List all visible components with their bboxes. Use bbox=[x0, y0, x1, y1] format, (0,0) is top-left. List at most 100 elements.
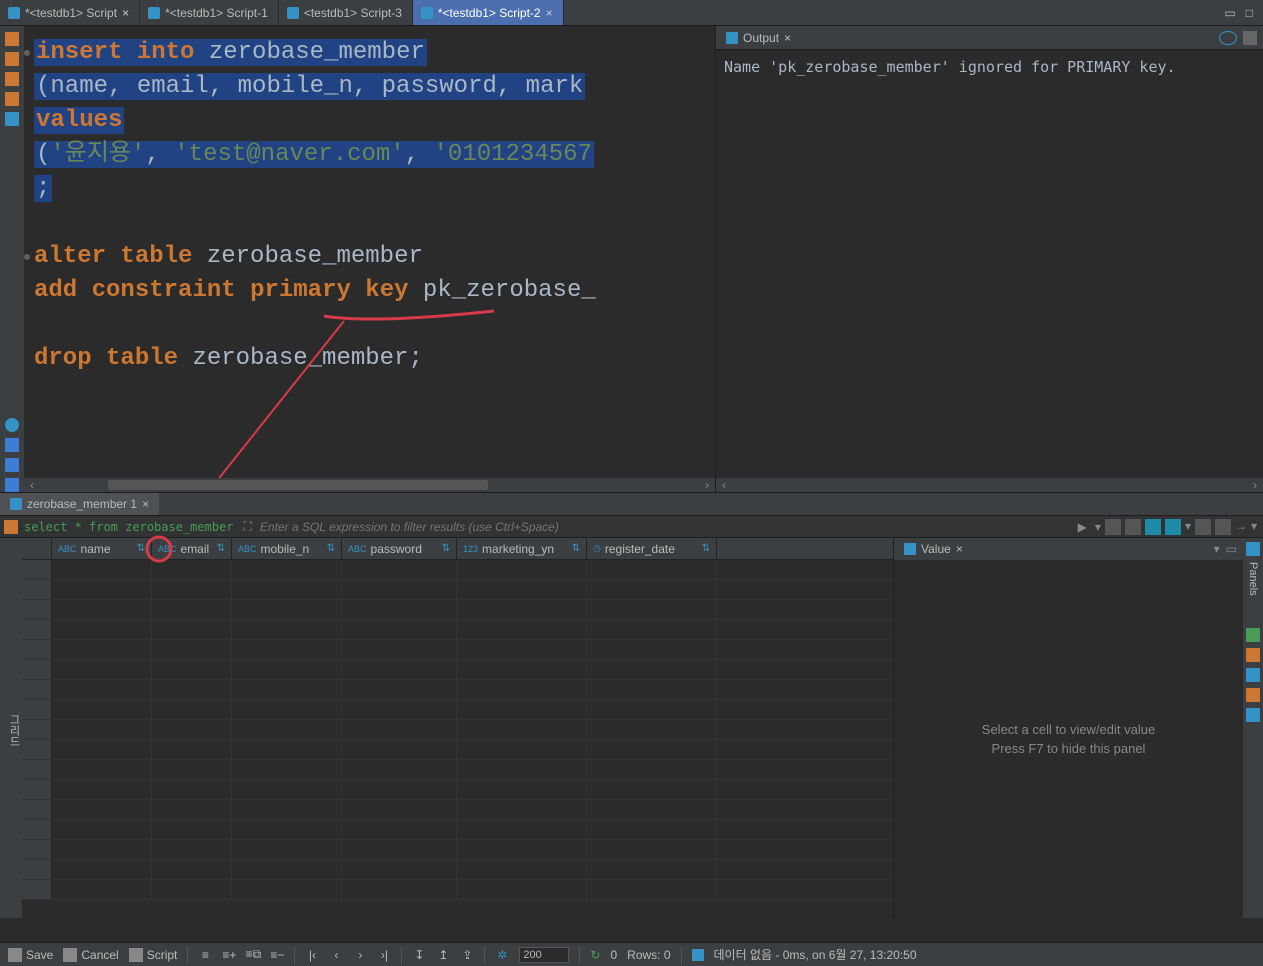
tool-4-icon[interactable] bbox=[1165, 519, 1181, 535]
script-icon bbox=[129, 948, 143, 962]
kw-values: values bbox=[36, 107, 122, 134]
sql-file-icon bbox=[148, 7, 160, 19]
next-icon[interactable]: › bbox=[353, 948, 367, 962]
editor-toolbar bbox=[0, 26, 24, 492]
status-rows: Rows: 0 bbox=[627, 948, 670, 962]
close-icon[interactable]: × bbox=[142, 497, 149, 511]
panel-icon-2[interactable] bbox=[5, 458, 19, 472]
arrow-right-icon[interactable]: → bbox=[1235, 519, 1247, 535]
first-icon[interactable]: |‹ bbox=[305, 948, 319, 962]
chevron-down-icon[interactable]: ▾ bbox=[1251, 519, 1257, 535]
last-icon[interactable]: ›| bbox=[377, 948, 391, 962]
sql-badge-icon bbox=[4, 520, 18, 534]
tool-5-icon[interactable] bbox=[1195, 519, 1211, 535]
expand-icon[interactable]: ⛶ bbox=[240, 519, 256, 534]
tool-3-icon[interactable] bbox=[1145, 519, 1161, 535]
kw-constraint: constraint bbox=[92, 277, 236, 304]
value-tab[interactable]: Value × bbox=[894, 542, 973, 556]
del-row-icon[interactable]: ≡− bbox=[270, 948, 284, 962]
col-mobile[interactable]: ABCmobile_n⇅ bbox=[232, 538, 342, 559]
minimize-icon[interactable]: ▭ bbox=[1226, 542, 1237, 556]
kw-add: add bbox=[34, 277, 77, 304]
results-tab[interactable]: zerobase_member 1 × bbox=[0, 493, 159, 515]
col-marketing[interactable]: 123marketing_yn⇅ bbox=[457, 538, 587, 559]
col-email[interactable]: ABCemail⇅ bbox=[152, 538, 232, 559]
col-register-date[interactable]: ◷register_date⇅ bbox=[587, 538, 717, 559]
tab-script-3[interactable]: <testdb1> Script-3 bbox=[279, 0, 413, 25]
settings-icon[interactable] bbox=[5, 418, 19, 432]
maximize-icon[interactable]: □ bbox=[1246, 6, 1253, 20]
output-tab[interactable]: Output × bbox=[716, 26, 801, 49]
sql-editor[interactable]: insert into zerobase_member (name, email… bbox=[24, 26, 715, 492]
run-icon[interactable] bbox=[5, 32, 19, 46]
chevron-down-icon[interactable]: ▾ bbox=[1214, 542, 1220, 556]
editor-h-scrollbar[interactable]: ‹ › bbox=[24, 478, 715, 492]
close-icon[interactable]: × bbox=[956, 542, 963, 556]
tab-script-2[interactable]: *<testdb1> Script-2 × bbox=[413, 0, 564, 25]
tool-1-icon[interactable] bbox=[1105, 519, 1121, 535]
grid-rows[interactable] bbox=[22, 560, 893, 918]
col-name[interactable]: ABCname⇅ bbox=[52, 538, 152, 559]
run-cursor-icon[interactable] bbox=[5, 52, 19, 66]
tool-2-icon[interactable] bbox=[1125, 519, 1141, 535]
output-icon bbox=[726, 32, 738, 44]
rail-icon-2[interactable] bbox=[1246, 648, 1260, 662]
export-icon[interactable]: ↧ bbox=[412, 948, 426, 962]
history-play-icon[interactable]: ▶ bbox=[1074, 520, 1091, 534]
script-button[interactable]: Script bbox=[129, 948, 178, 962]
rail-icon-5[interactable] bbox=[1246, 708, 1260, 722]
panels-label[interactable]: Panels bbox=[1247, 562, 1259, 596]
close-icon[interactable]: × bbox=[546, 6, 553, 20]
edit-row-icon[interactable]: ≡ bbox=[198, 948, 212, 962]
chevron-down-icon[interactable]: ▾ bbox=[1091, 520, 1105, 534]
panel-icon-3[interactable] bbox=[5, 478, 19, 492]
add-row-icon[interactable]: ≡+ bbox=[222, 948, 236, 962]
save-icon bbox=[8, 948, 22, 962]
editor-tabbar: *<testdb1> Script × *<testdb1> Script-1 … bbox=[0, 0, 1263, 26]
eye-icon[interactable] bbox=[1219, 31, 1237, 45]
refresh-icon[interactable]: ↻ bbox=[590, 948, 600, 962]
close-icon[interactable]: × bbox=[122, 6, 129, 20]
value-tab-label: Value bbox=[921, 542, 951, 556]
dup-row-icon[interactable]: ≡⧉ bbox=[246, 948, 260, 962]
status-count: 0 bbox=[610, 948, 617, 962]
side-tab-grid[interactable]: 그리드 bbox=[6, 714, 22, 747]
chevron-down-icon[interactable]: ▾ bbox=[1185, 519, 1191, 535]
tab-script[interactable]: *<testdb1> Script × bbox=[0, 0, 140, 25]
cancel-icon bbox=[63, 948, 77, 962]
pin-icon[interactable] bbox=[1243, 31, 1257, 45]
minimize-icon[interactable]: ▭ bbox=[1224, 6, 1235, 20]
cancel-button[interactable]: Cancel bbox=[63, 948, 118, 962]
upload-icon[interactable]: ⇪ bbox=[460, 948, 474, 962]
results-tab-label: zerobase_member 1 bbox=[27, 497, 137, 511]
value-msg-1: Select a cell to view/edit value bbox=[982, 722, 1155, 737]
grid-header: ABCname⇅ ABCemail⇅ ABCmobile_n⇅ ABCpassw… bbox=[22, 538, 893, 560]
kw-insert: insert bbox=[36, 39, 122, 66]
rail-icon-1[interactable] bbox=[1246, 628, 1260, 642]
commit-icon[interactable] bbox=[5, 112, 19, 126]
gear-icon[interactable]: ✲ bbox=[495, 948, 509, 962]
rownum-header[interactable] bbox=[22, 538, 52, 559]
explain-plan-icon[interactable] bbox=[5, 92, 19, 106]
rail-icon-4[interactable] bbox=[1246, 688, 1260, 702]
panel-icon-1[interactable] bbox=[5, 438, 19, 452]
filter-sql: select * from zerobase_member bbox=[18, 520, 240, 534]
tab-script-1[interactable]: *<testdb1> Script-1 bbox=[140, 0, 279, 25]
col-password[interactable]: ABCpassword⇅ bbox=[342, 538, 457, 559]
tool-6-icon[interactable] bbox=[1215, 519, 1231, 535]
rail-icon-3[interactable] bbox=[1246, 668, 1260, 682]
fetch-size-input[interactable] bbox=[519, 947, 569, 963]
sql-file-icon bbox=[287, 7, 299, 19]
save-button[interactable]: Save bbox=[8, 948, 53, 962]
output-h-scrollbar[interactable]: ‹ › bbox=[716, 478, 1263, 492]
status-nodata: 데이터 없음 - 0ms, on 6월 27, 13:20:50 bbox=[714, 946, 917, 963]
results-grid: ABCname⇅ ABCemail⇅ ABCmobile_n⇅ ABCpassw… bbox=[22, 538, 893, 918]
output-pane: Output × Name 'pk_zerobase_member' ignor… bbox=[715, 26, 1263, 492]
filter-input[interactable] bbox=[256, 520, 1074, 534]
close-icon[interactable]: × bbox=[784, 31, 791, 45]
str-mobile: '0101234567 bbox=[434, 141, 592, 168]
panel-icon[interactable] bbox=[1246, 542, 1260, 556]
prev-icon[interactable]: ‹ bbox=[329, 948, 343, 962]
import-icon[interactable]: ↥ bbox=[436, 948, 450, 962]
execute-script-icon[interactable] bbox=[5, 72, 19, 86]
